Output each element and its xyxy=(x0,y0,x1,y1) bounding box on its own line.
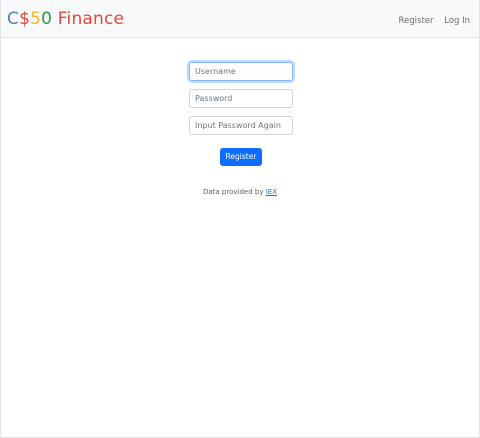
page: C$50 Finance Register Log In Register Da… xyxy=(0,0,480,438)
brand-part-5: 5 xyxy=(30,9,42,29)
confirm-password-input[interactable] xyxy=(189,116,293,135)
username-input[interactable] xyxy=(189,62,293,81)
brand-part-c: C xyxy=(7,9,20,29)
iex-link[interactable]: IEX xyxy=(266,188,277,196)
brand-part-0: 0 xyxy=(41,9,53,29)
nav-links: Register Log In xyxy=(391,15,470,27)
footer-prefix: Data provided by xyxy=(202,188,266,196)
brand-logo-link[interactable]: C$50 Finance xyxy=(7,9,124,29)
nav-register-link[interactable]: Register xyxy=(399,16,434,26)
brand-part-dollar: $ xyxy=(19,9,31,29)
brand-part-finance: Finance xyxy=(52,9,125,29)
navbar: C$50 Finance Register Log In xyxy=(1,0,479,38)
nav-login-link[interactable]: Log In xyxy=(444,16,470,26)
password-input[interactable] xyxy=(189,89,293,108)
submit-row: Register xyxy=(220,144,262,166)
register-form xyxy=(189,62,293,143)
register-button[interactable]: Register xyxy=(220,147,262,166)
footer: Data provided by IEX xyxy=(1,188,479,196)
